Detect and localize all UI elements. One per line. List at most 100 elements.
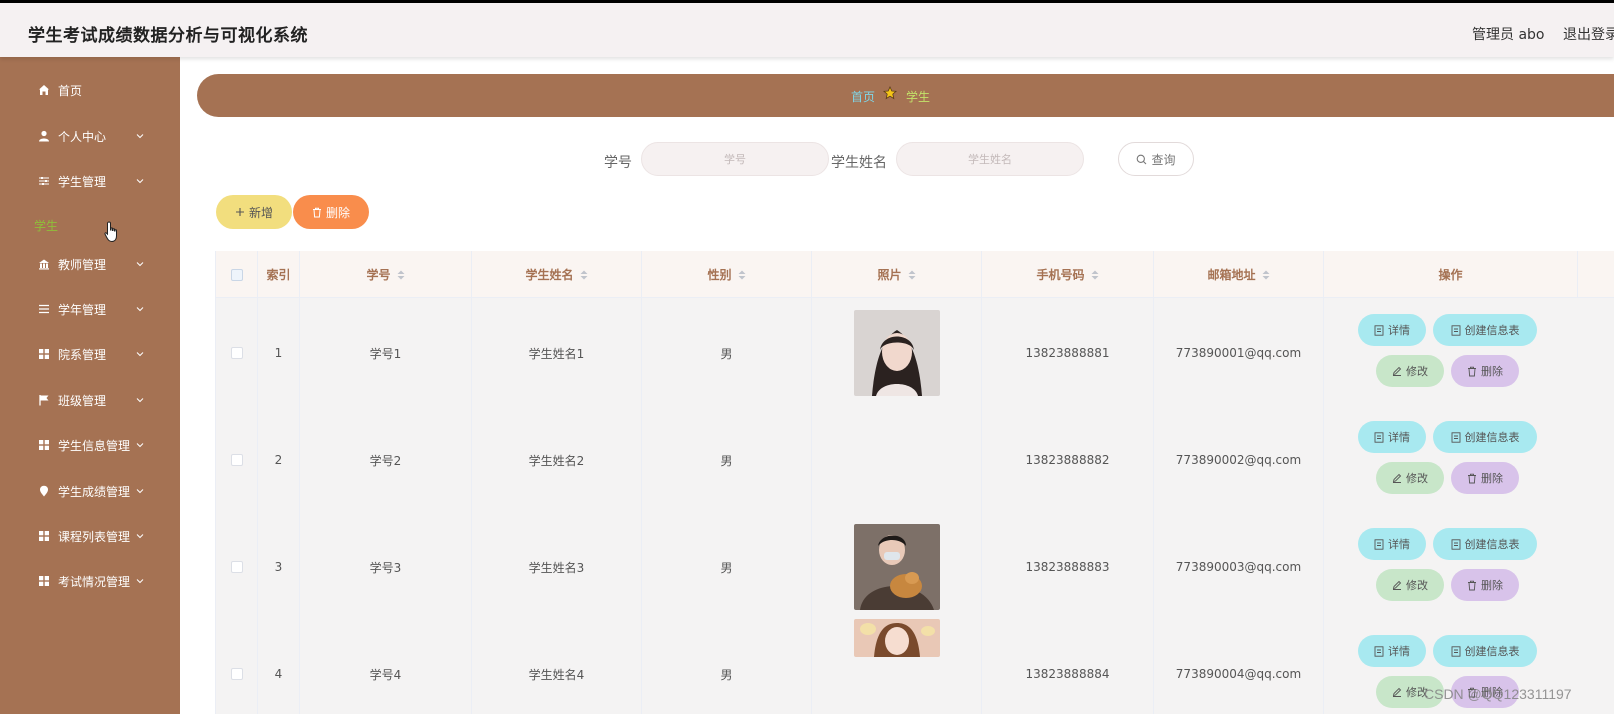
sidebar-item-student-mgmt[interactable]: 学生管理	[0, 161, 180, 201]
student-photo[interactable]	[853, 619, 940, 657]
sidebar-item-department-mgmt[interactable]: 院系管理	[0, 334, 180, 374]
row-checkbox[interactable]	[230, 347, 243, 359]
sidebar-item-student-info-mgmt[interactable]: 学生信息管理	[0, 425, 180, 465]
cell-photo	[812, 298, 982, 408]
header-index: 索引	[258, 251, 300, 298]
header-email[interactable]: 邮箱地址	[1154, 251, 1324, 298]
create-info-sheet-button[interactable]: 创建信息表	[1433, 635, 1537, 667]
query-button[interactable]: 查询	[1118, 142, 1194, 176]
student-photo[interactable]	[853, 310, 940, 396]
sidebar: 首页 个人中心 学生管理 学生 教师管理 学年管理 院系管理 班级管理 学生信息…	[0, 57, 180, 714]
delete-button[interactable]: 删除	[1451, 355, 1519, 387]
select-all-checkbox[interactable]	[230, 268, 243, 281]
create-info-sheet-button[interactable]: 创建信息表	[1433, 314, 1537, 346]
detail-button[interactable]: 详情	[1358, 314, 1426, 346]
cell-actions: 详情 创建信息表 修改 删除	[1318, 298, 1568, 408]
cell-index: 4	[258, 619, 300, 714]
cell-student-name: 学生姓名4	[472, 619, 642, 714]
edit-button[interactable]: 修改	[1376, 569, 1444, 601]
flag-icon	[37, 393, 51, 407]
admin-username: 管理员 abo	[1472, 27, 1545, 43]
sidebar-item-label: 个人中心	[58, 129, 107, 144]
main-content: 首页 学生 学号 学生姓名 查询 新增 删除 索引 学号 学生姓名 性别 照片 …	[180, 57, 1614, 714]
trash-icon	[312, 207, 321, 217]
detail-button[interactable]: 详情	[1358, 635, 1426, 667]
delete-button-label: 删除	[1481, 365, 1503, 378]
table-row: 3 学号3 学生姓名3 男 13823888883 773890003@qq.c…	[216, 512, 1614, 622]
sort-icon[interactable]	[738, 270, 746, 280]
chevron-down-icon	[136, 307, 144, 312]
detail-button[interactable]: 详情	[1358, 528, 1426, 560]
breadcrumb-home[interactable]: 首页	[851, 88, 875, 105]
chevron-down-icon	[136, 262, 144, 267]
sidebar-item-course-mgmt[interactable]: 课程列表管理	[0, 516, 180, 556]
create-info-sheet-button[interactable]: 创建信息表	[1433, 528, 1537, 560]
sidebar-subitem-student[interactable]: 学生	[34, 217, 58, 234]
header-gender[interactable]: 性别	[642, 251, 812, 298]
delete-button[interactable]: 删除	[1451, 462, 1519, 494]
create-info-sheet-button[interactable]: 创建信息表	[1433, 421, 1537, 453]
batch-delete-button[interactable]: 删除	[293, 195, 369, 229]
add-button-label: 新增	[248, 205, 273, 220]
cell-gender: 男	[642, 298, 812, 408]
header-student-id[interactable]: 学号	[300, 251, 472, 298]
chevron-down-icon	[136, 398, 144, 403]
create-info-sheet-label: 创建信息表	[1464, 324, 1520, 337]
sidebar-item-label: 学生成绩管理	[58, 484, 131, 499]
app-title: 学生考试成绩数据分析与可视化系统	[28, 26, 308, 46]
document-icon	[1374, 645, 1384, 657]
edit-button-label: 修改	[1406, 365, 1428, 378]
sidebar-item-class-mgmt[interactable]: 班级管理	[0, 380, 180, 420]
document-icon	[1451, 645, 1460, 657]
breadcrumb: 首页 学生	[197, 74, 1614, 117]
document-icon	[1451, 538, 1460, 550]
student-table: 索引 学号 学生姓名 性别 照片 手机号码 邮箱地址 操作 1 学号1 学生姓名…	[215, 251, 1614, 714]
chevron-down-icon	[136, 534, 144, 539]
add-button[interactable]: 新增	[216, 195, 292, 229]
row-checkbox[interactable]	[230, 668, 243, 680]
delete-button[interactable]: 删除	[1451, 569, 1519, 601]
edit-button-label: 修改	[1406, 472, 1428, 485]
row-select-cell	[216, 619, 258, 714]
sidebar-item-score-mgmt[interactable]: 学生成绩管理	[0, 471, 180, 511]
list-icon	[37, 302, 51, 316]
sidebar-item-teacher-mgmt[interactable]: 教师管理	[0, 244, 180, 284]
student-id-input[interactable]	[641, 142, 829, 176]
breadcrumb-current: 学生	[906, 90, 931, 104]
batch-delete-button-label: 删除	[325, 205, 350, 220]
sidebar-item-exam-mgmt[interactable]: 考试情况管理	[0, 561, 180, 601]
sidebar-item-home[interactable]: 首页	[0, 70, 180, 110]
sidebar-item-academic-year-mgmt[interactable]: 学年管理	[0, 289, 180, 329]
header-label: 索引	[266, 268, 291, 282]
cell-index: 2	[258, 405, 300, 515]
logout-link[interactable]: 退出登录	[1563, 24, 1614, 44]
row-checkbox[interactable]	[230, 454, 243, 466]
cell-gender: 男	[642, 619, 812, 714]
edit-button[interactable]: 修改	[1376, 355, 1444, 387]
cell-student-id: 学号1	[300, 298, 472, 408]
student-photo[interactable]	[853, 524, 940, 610]
row-checkbox[interactable]	[230, 561, 243, 573]
header-phone[interactable]: 手机号码	[982, 251, 1154, 298]
sidebar-item-profile[interactable]: 个人中心	[0, 116, 180, 156]
star-icon	[883, 86, 897, 103]
detail-button[interactable]: 详情	[1358, 421, 1426, 453]
edit-button[interactable]: 修改	[1376, 462, 1444, 494]
header-student-name[interactable]: 学生姓名	[472, 251, 642, 298]
sort-icon[interactable]	[1262, 270, 1270, 280]
edit-icon	[1392, 473, 1402, 483]
chevron-down-icon	[136, 489, 144, 494]
sort-icon[interactable]	[397, 270, 405, 280]
document-icon	[1374, 431, 1384, 443]
sidebar-item-label: 院系管理	[58, 347, 107, 362]
student-name-input[interactable]	[896, 142, 1084, 176]
header-photo[interactable]: 照片	[812, 251, 982, 298]
sort-icon[interactable]	[580, 270, 588, 280]
location-icon	[37, 484, 51, 498]
sort-icon[interactable]	[1091, 270, 1099, 280]
query-button-label: 查询	[1151, 152, 1176, 167]
sidebar-item-label: 班级管理	[58, 393, 107, 408]
edit-icon	[1392, 687, 1402, 697]
sort-icon[interactable]	[908, 270, 916, 280]
cell-phone: 13823888882	[982, 405, 1154, 515]
